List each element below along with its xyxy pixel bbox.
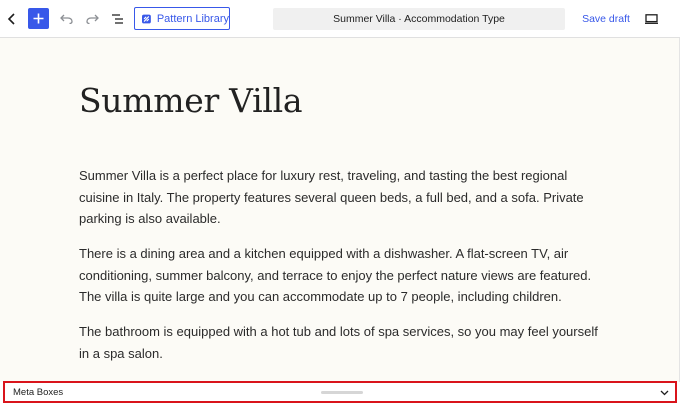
chevron-left-icon xyxy=(7,13,15,25)
undo-icon xyxy=(59,14,73,24)
desktop-preview-icon xyxy=(644,14,658,24)
paragraph-block[interactable]: There is a dining area and a kitchen equ… xyxy=(79,243,604,308)
paragraph-block[interactable]: The bathroom is equipped with a hot tub … xyxy=(79,321,604,364)
document-title-bar[interactable]: Summer Villa · Accommodation Type xyxy=(273,8,565,30)
editor-toolbar: Pattern Library Summer Villa · Accommoda… xyxy=(0,0,680,38)
document-overview-button[interactable] xyxy=(108,9,128,29)
editor-canvas: Summer Villa Summer Villa is a perfect p… xyxy=(0,38,680,382)
meta-boxes-label: Meta Boxes xyxy=(13,387,64,398)
post-title[interactable]: Summer Villa xyxy=(79,81,303,121)
list-view-icon xyxy=(112,14,123,24)
pattern-library-logo-icon xyxy=(142,14,151,23)
save-draft-button[interactable]: Save draft xyxy=(578,10,634,28)
pattern-library-button[interactable]: Pattern Library xyxy=(134,7,230,30)
preview-button[interactable] xyxy=(641,9,661,29)
meta-boxes-panel[interactable]: Meta Boxes xyxy=(3,381,677,403)
pattern-library-label: Pattern Library xyxy=(156,12,229,25)
plus-icon xyxy=(33,13,44,24)
redo-icon xyxy=(85,14,99,24)
resize-handle[interactable] xyxy=(321,391,363,394)
paragraph-block[interactable]: Summer Villa is a perfect place for luxu… xyxy=(79,165,604,230)
back-button[interactable] xyxy=(3,9,21,29)
add-block-button[interactable] xyxy=(28,8,49,29)
chevron-down-icon xyxy=(660,390,668,396)
undo-button[interactable] xyxy=(56,9,76,29)
meta-boxes-toggle-button[interactable] xyxy=(657,386,671,400)
redo-button[interactable] xyxy=(82,9,102,29)
